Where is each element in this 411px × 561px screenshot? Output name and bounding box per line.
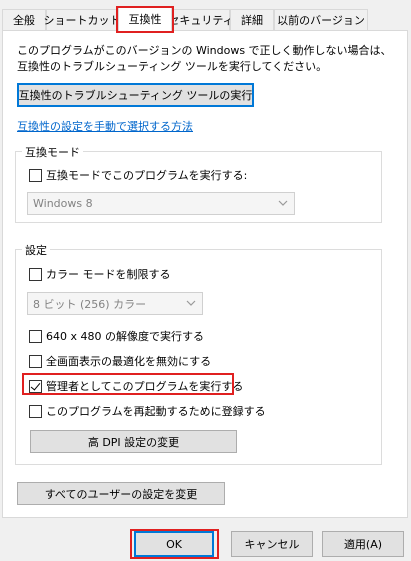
run-as-admin-checkbox[interactable] xyxy=(29,379,42,393)
resolution-checkbox-row[interactable]: 640 x 480 の解像度で実行する xyxy=(29,328,204,344)
apply-button[interactable]: 適用(A) xyxy=(322,531,404,557)
run-as-admin-checkbox-row[interactable]: 管理者としてこのプログラムを実行する xyxy=(29,378,243,394)
cancel-button[interactable]: キャンセル xyxy=(231,531,313,557)
compat-mode-select-value: Windows 8 xyxy=(33,197,93,210)
restart-register-checkbox-row[interactable]: このプログラムを再起動するために登録する xyxy=(29,403,266,419)
tab-label: 全般 xyxy=(13,14,35,27)
chevron-down-icon xyxy=(278,200,288,206)
fullscreen-opt-label: 全画面表示の最適化を無効にする xyxy=(46,355,212,368)
resolution-checkbox[interactable] xyxy=(29,329,42,343)
color-depth-select-value: 8 ビット (256) カラー xyxy=(33,297,147,311)
resolution-label: 640 x 480 の解像度で実行する xyxy=(46,330,204,343)
run-as-admin-label: 管理者としてこのプログラムを実行する xyxy=(46,380,244,393)
color-mode-label: カラー モードを制限する xyxy=(46,268,171,281)
fullscreen-opt-checkbox[interactable] xyxy=(29,354,42,368)
color-depth-select[interactable]: 8 ビット (256) カラー xyxy=(27,292,203,315)
settings-title: 設定 xyxy=(22,242,50,258)
high-dpi-button-label: 高 DPI 設定の変更 xyxy=(87,435,180,449)
fullscreen-opt-checkbox-row[interactable]: 全画面表示の最適化を無効にする xyxy=(29,353,211,369)
compatibility-panel: このプログラムがこのバージョンの Windows で正しく動作しない場合は、互換… xyxy=(2,30,408,518)
all-users-settings-button[interactable]: すべてのユーザーの設定を変更 xyxy=(17,482,225,505)
tab-details[interactable]: 詳細 xyxy=(230,9,274,30)
tab-label: 詳細 xyxy=(241,14,263,27)
tab-label: ショートカット xyxy=(43,14,121,27)
chevron-down-icon xyxy=(186,300,196,306)
settings-group: 設定 カラー モードを制限する 8 ビット (256) カラー 640 x 48… xyxy=(15,242,382,465)
tab-shortcut[interactable]: ショートカット xyxy=(43,9,121,30)
tab-general[interactable]: 全般 xyxy=(2,9,46,30)
tab-label: セキュリティ xyxy=(168,14,234,27)
tab-label: 互換性 xyxy=(128,13,162,26)
description-text: このプログラムがこのバージョンの Windows で正しく動作しない場合は、互換… xyxy=(17,44,392,73)
high-dpi-button[interactable]: 高 DPI 設定の変更 xyxy=(30,430,237,453)
compat-mode-checkbox-row[interactable]: 互換モードでこのプログラムを実行する: xyxy=(29,167,247,183)
compat-mode-checkbox[interactable] xyxy=(29,168,42,182)
all-users-settings-button-label: すべてのユーザーの設定を変更 xyxy=(44,487,198,501)
troubleshooter-button[interactable]: 互換性のトラブルシューティング ツールの実行 xyxy=(17,83,254,107)
troubleshooter-button-label: 互換性のトラブルシューティング ツールの実行 xyxy=(18,89,253,102)
color-mode-checkbox[interactable] xyxy=(29,267,42,281)
ok-button-label: OK xyxy=(166,537,182,551)
restart-register-checkbox[interactable] xyxy=(29,404,42,418)
compat-mode-group: 互換モード 互換モードでこのプログラムを実行する: Windows 8 xyxy=(15,144,382,223)
manual-settings-link[interactable]: 互換性の設定を手動で選択する方法 xyxy=(17,118,193,134)
ok-button[interactable]: OK xyxy=(134,531,214,557)
compat-mode-checkbox-label: 互換モードでこのプログラムを実行する: xyxy=(46,169,248,182)
tab-security[interactable]: セキュリティ xyxy=(168,9,234,30)
tab-previous-versions[interactable]: 以前のバージョン xyxy=(274,9,368,30)
compat-mode-title: 互換モード xyxy=(22,144,83,160)
tab-strip: 全般 ショートカット 互換性 セキュリティ 詳細 以前のバージョン xyxy=(2,6,409,31)
apply-button-label: 適用(A) xyxy=(343,538,383,551)
tab-compatibility[interactable]: 互換性 xyxy=(118,6,172,31)
cancel-button-label: キャンセル xyxy=(244,538,300,551)
restart-register-label: このプログラムを再起動するために登録する xyxy=(46,405,266,418)
tab-label: 以前のバージョン xyxy=(277,14,365,27)
color-mode-checkbox-row[interactable]: カラー モードを制限する xyxy=(29,266,171,282)
compat-mode-select[interactable]: Windows 8 xyxy=(27,192,295,215)
